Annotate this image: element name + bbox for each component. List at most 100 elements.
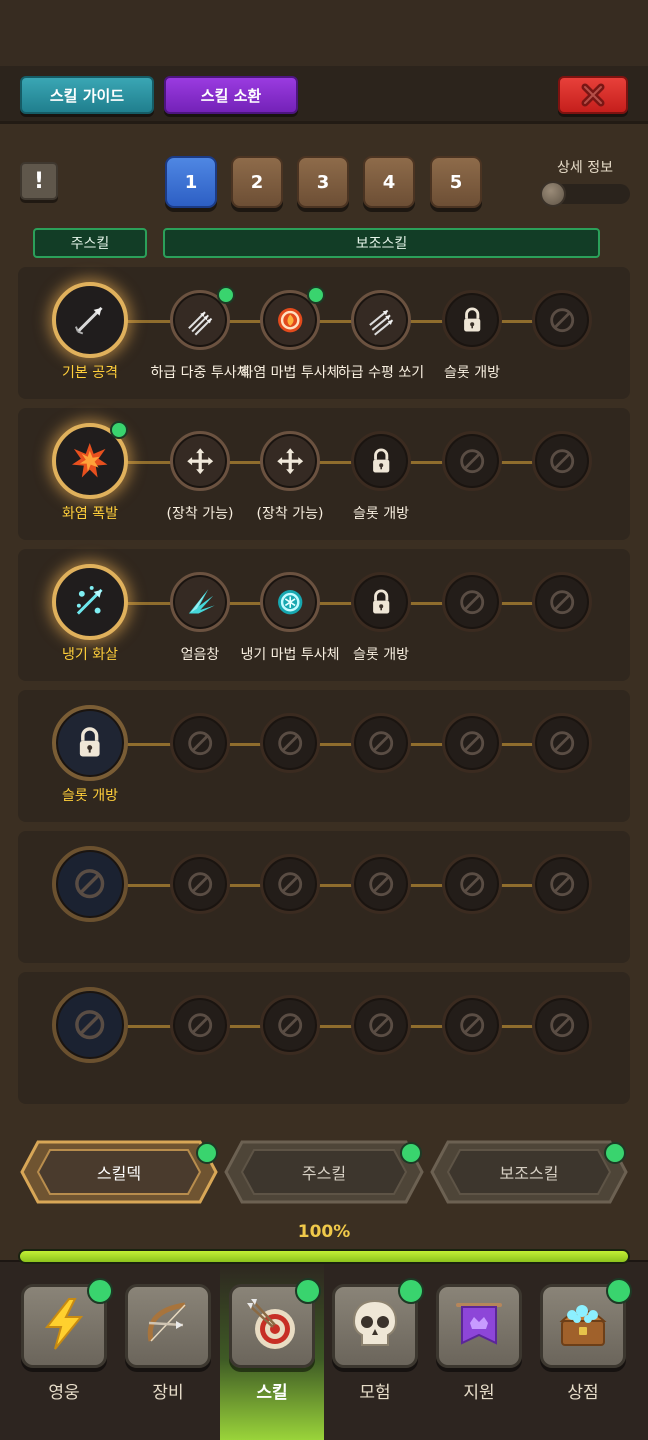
deck-tab-3[interactable]: 3: [297, 156, 349, 208]
sub-skill-slot[interactable]: [170, 854, 230, 914]
nav-icon-box: [436, 1284, 522, 1368]
banner-icon: [450, 1295, 508, 1357]
nav-label[interactable]: 장비: [116, 1378, 220, 1403]
prohibited-icon: [535, 998, 589, 1052]
sub-skill-slot[interactable]: [532, 854, 592, 914]
nav-label[interactable]: 상점: [531, 1378, 635, 1403]
sub-skill-slot[interactable]: [442, 995, 502, 1055]
sub-skill-slot[interactable]: [351, 572, 411, 632]
nav-label[interactable]: 스킬: [220, 1378, 324, 1403]
sub-skill-slot[interactable]: [532, 713, 592, 773]
notification-dot: [606, 1278, 632, 1304]
nav-item-1[interactable]: [21, 1278, 113, 1370]
skill-row-5: [18, 831, 630, 963]
sub-skill-slot[interactable]: [532, 572, 592, 632]
info-button[interactable]: !: [20, 162, 58, 200]
sub-skill-slot[interactable]: [260, 713, 320, 773]
close-button[interactable]: [558, 76, 628, 114]
sub-skill-slot[interactable]: [170, 431, 230, 491]
sub-skill-slot[interactable]: [351, 995, 411, 1055]
sub-skill-slot[interactable]: [442, 290, 502, 350]
notification-dot: [110, 421, 128, 439]
prohibited-icon: [354, 716, 408, 770]
notification-dot: [604, 1142, 626, 1164]
deck-tab-2[interactable]: 2: [231, 156, 283, 208]
deck-tab-1[interactable]: 1: [165, 156, 217, 208]
main-skill-slot[interactable]: [52, 564, 128, 640]
prohibited-icon: [445, 998, 499, 1052]
main-skill-slot[interactable]: [52, 987, 128, 1063]
ice-spear-icon: [173, 575, 227, 629]
sub-skill-label: 화염 마법 투사체: [240, 365, 340, 381]
lock-icon: [354, 575, 408, 629]
sub-skill-slot[interactable]: [351, 431, 411, 491]
sub-skill-slot[interactable]: [442, 713, 502, 773]
sub-skill-slot[interactable]: [260, 995, 320, 1055]
treasure-chest-icon: [554, 1295, 612, 1357]
sub-skill-slot[interactable]: [532, 290, 592, 350]
horizontal-arrows-icon: [354, 293, 408, 347]
prohibited-icon: [354, 857, 408, 911]
sub-skill-slot[interactable]: [532, 995, 592, 1055]
bottom-tab-main-skill[interactable]: 주스킬: [224, 1140, 424, 1204]
nav-item-2[interactable]: [125, 1284, 211, 1370]
notification-dot: [295, 1278, 321, 1304]
sub-skill-slot[interactable]: [260, 572, 320, 632]
bow-icon: [139, 1295, 197, 1357]
prohibited-icon: [445, 434, 499, 488]
lightning-icon: [35, 1295, 93, 1357]
prohibited-icon: [263, 998, 317, 1052]
nav-item-4[interactable]: [332, 1278, 424, 1370]
sub-skill-slot[interactable]: [442, 431, 502, 491]
frost-projectile-icon: [263, 575, 317, 629]
sub-skill-slot[interactable]: [170, 572, 230, 632]
sub-skill-slot[interactable]: [351, 854, 411, 914]
bottom-tab-sub-skill[interactable]: 보조스킬: [430, 1140, 628, 1204]
equip-cross-icon: [263, 434, 317, 488]
sub-skill-slot[interactable]: [442, 854, 502, 914]
sub-skill-slot[interactable]: [260, 854, 320, 914]
main-skill-slot[interactable]: [52, 705, 128, 781]
skill-summon-button[interactable]: 스킬 소환: [164, 76, 298, 114]
nav-item-5[interactable]: [436, 1284, 522, 1370]
progress-percent: 100%: [297, 1222, 351, 1242]
sub-skill-label: 하급 다중 투사체: [150, 365, 250, 381]
nav-item-6[interactable]: [540, 1278, 632, 1370]
sub-skill-label: 얼음창: [180, 647, 220, 663]
sub-skill-slot[interactable]: [260, 431, 320, 491]
sub-skill-label: (장착 가능): [166, 506, 234, 522]
frost-arrow-icon: [56, 568, 124, 636]
deck-tab-4[interactable]: 4: [363, 156, 415, 208]
lock-icon: [354, 434, 408, 488]
sub-skill-slot[interactable]: [442, 572, 502, 632]
nav-label[interactable]: 지원: [427, 1378, 531, 1403]
nav-label[interactable]: 영웅: [12, 1378, 116, 1403]
prohibited-icon: [354, 998, 408, 1052]
main-skill-slot[interactable]: [52, 846, 128, 922]
sub-skill-slot[interactable]: [170, 713, 230, 773]
sub-skill-slot[interactable]: [170, 995, 230, 1055]
bottom-tab-skill-deck[interactable]: 스킬덱: [20, 1140, 218, 1204]
sub-skill-slot[interactable]: [351, 290, 411, 350]
sub-skill-label: (장착 가능): [256, 506, 324, 522]
target-arrows-icon: [243, 1295, 301, 1357]
sub-skill-header: 보조스킬: [163, 228, 600, 258]
deck-tab-5[interactable]: 5: [430, 156, 482, 208]
toggle-knob[interactable]: [540, 181, 566, 207]
main-skill-slot[interactable]: [52, 282, 128, 358]
notification-dot: [400, 1142, 422, 1164]
nav-label[interactable]: 모험: [323, 1378, 427, 1403]
prohibited-icon: [56, 850, 124, 918]
prohibited-icon: [535, 575, 589, 629]
sub-skill-slot[interactable]: [351, 713, 411, 773]
detail-info-toggle[interactable]: [540, 181, 630, 207]
notification-dot: [87, 1278, 113, 1304]
notification-dot: [307, 286, 325, 304]
sub-skill-label: 하급 수평 쏘기: [337, 365, 425, 381]
sub-skill-slot[interactable]: [532, 431, 592, 491]
main-skill-label: 화염 폭발: [62, 506, 118, 522]
nav-item-3[interactable]: [229, 1278, 321, 1370]
skill-guide-button[interactable]: 스킬 가이드: [20, 76, 154, 114]
progress-fill: [20, 1251, 628, 1262]
notification-dot: [196, 1142, 218, 1164]
